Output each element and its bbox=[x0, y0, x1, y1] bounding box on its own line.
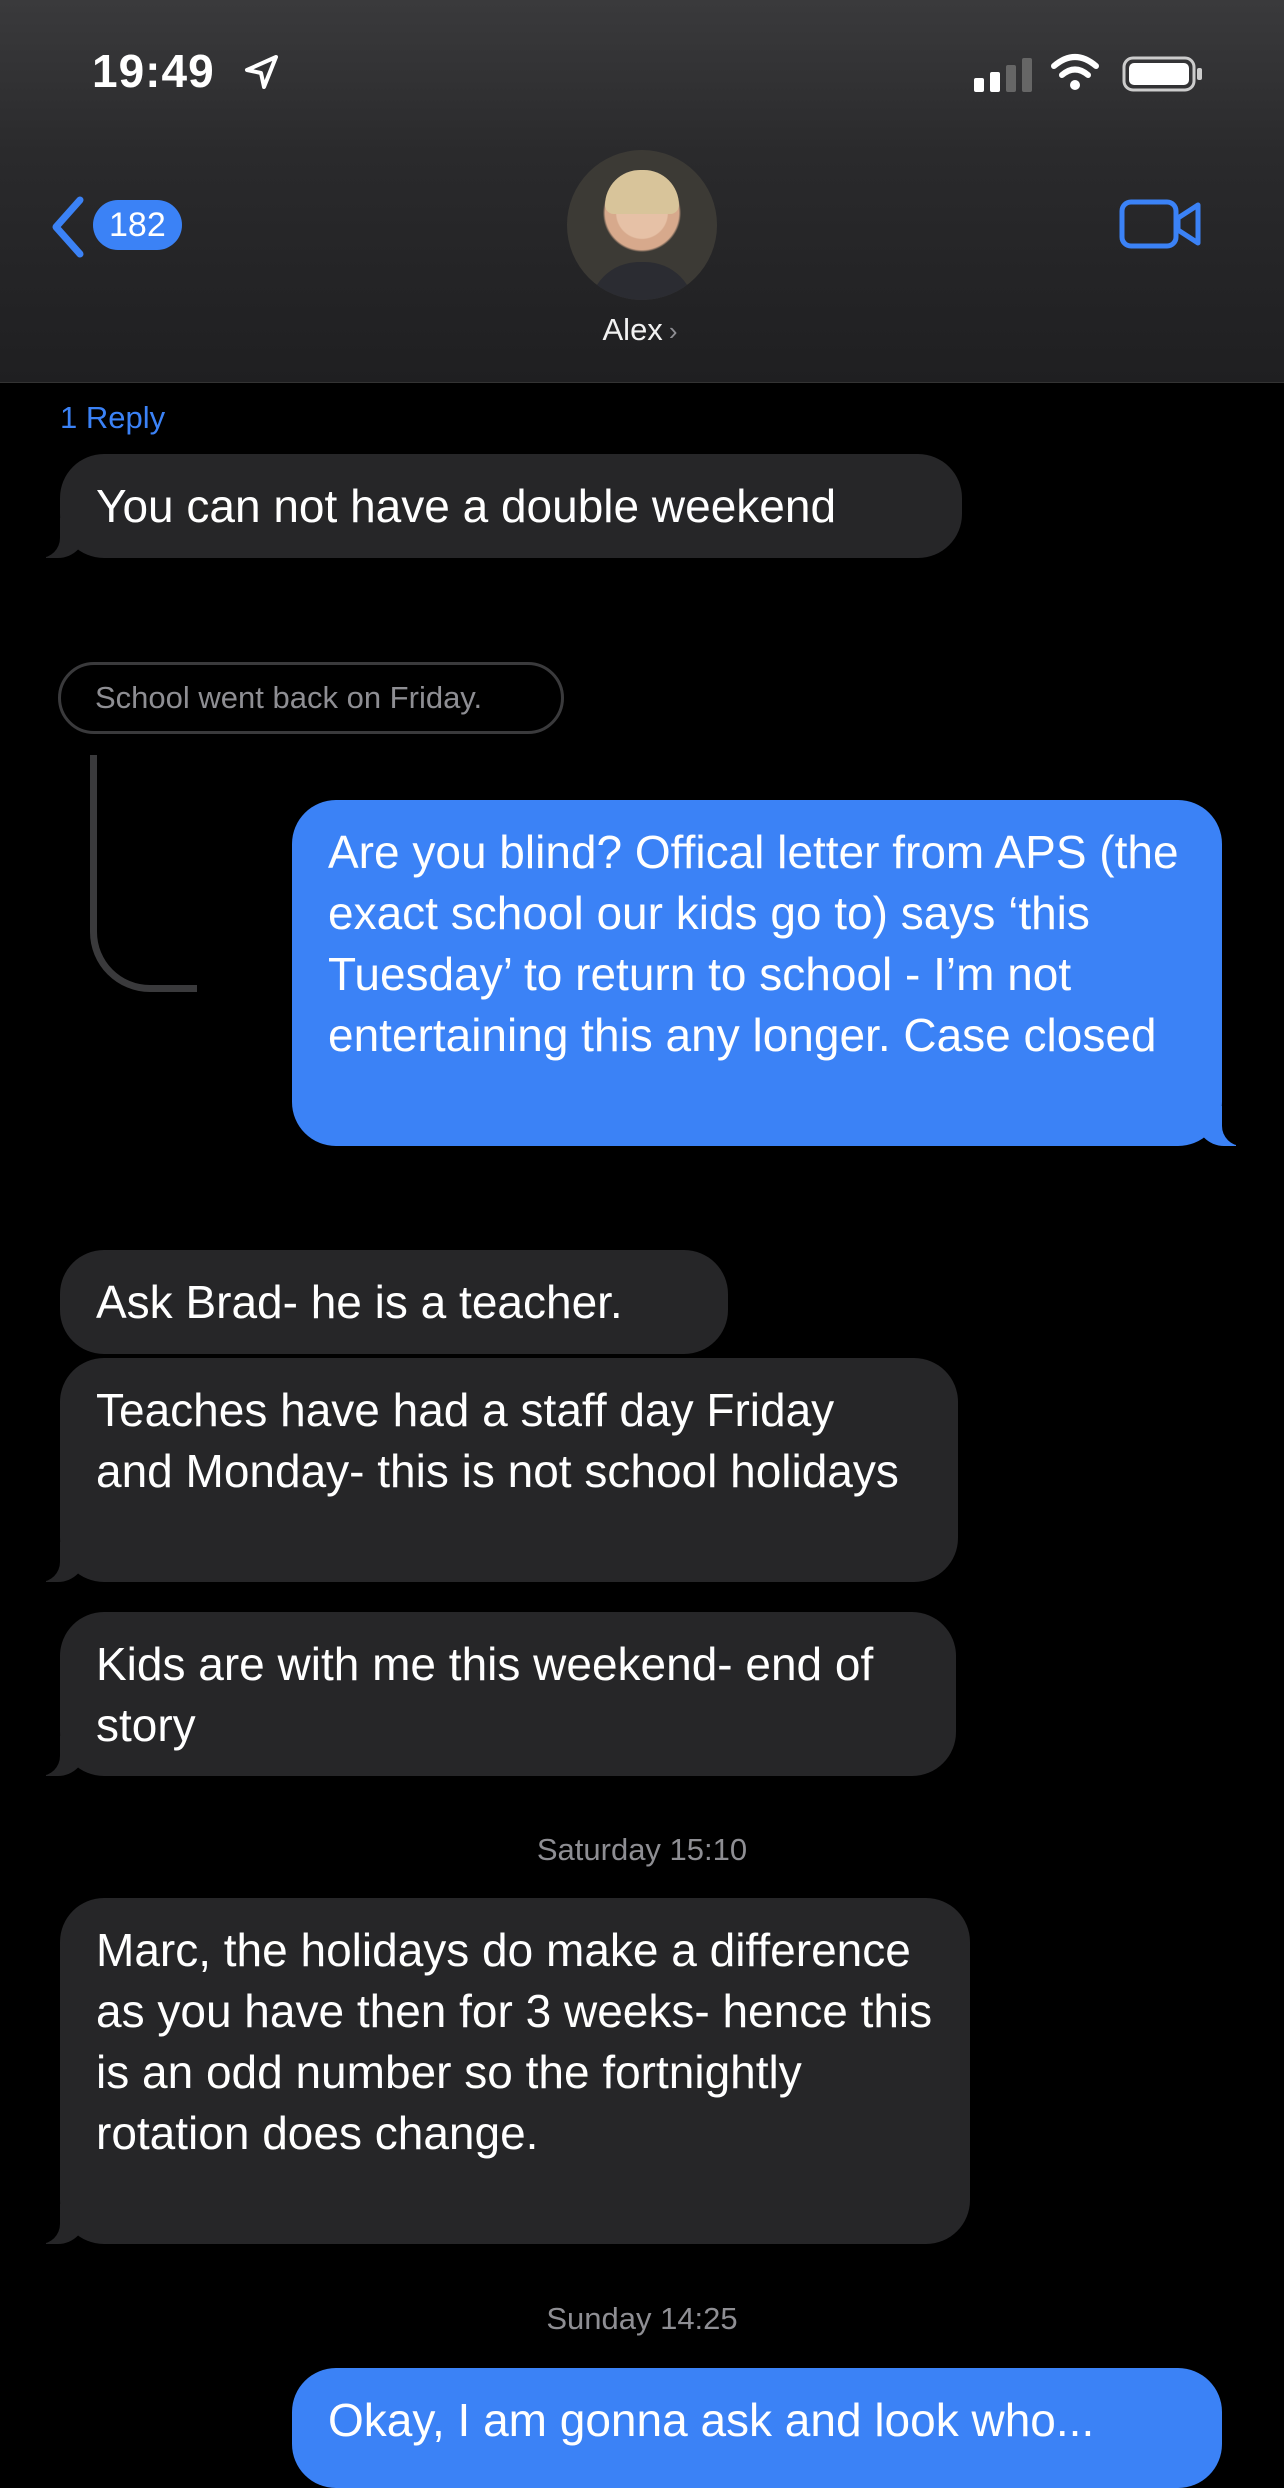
status-time: 19:49 bbox=[92, 45, 215, 97]
message-bubble-incoming[interactable]: Teaches have had a staff day Friday and … bbox=[32, 1358, 958, 1582]
conversation-header: 19:49 182 Alex › bbox=[0, 0, 1284, 383]
timestamp: Sunday 14:25 bbox=[546, 2301, 738, 2336]
wifi-icon bbox=[1051, 54, 1099, 90]
location-arrow-icon bbox=[245, 55, 278, 89]
reply-count-link[interactable]: 1 Reply bbox=[60, 400, 165, 436]
timestamp: Saturday 15:10 bbox=[536, 1832, 748, 1867]
message-bubble-incoming[interactable]: Kids are with me this weekend- end of st… bbox=[32, 1612, 956, 1776]
video-camera-icon[interactable] bbox=[1118, 196, 1202, 252]
unread-count-badge: 182 bbox=[93, 200, 182, 250]
contact-name[interactable]: Alex › bbox=[560, 312, 720, 348]
back-button[interactable]: 182 bbox=[48, 190, 258, 262]
battery-icon bbox=[1122, 56, 1202, 92]
message-bubble-outgoing[interactable]: Okay, I am gonna ask and look who... bbox=[292, 2368, 1222, 2488]
chevron-right-icon: › bbox=[668, 316, 678, 346]
message-bubble-incoming[interactable]: You can not have a double weekend bbox=[32, 454, 962, 558]
message-bubble-incoming[interactable]: Marc, the holidays do make a difference … bbox=[32, 1898, 970, 2244]
signal-icon bbox=[974, 58, 1032, 92]
contact-avatar[interactable] bbox=[567, 150, 717, 300]
thread-connector bbox=[90, 755, 197, 992]
message-bubble-outgoing[interactable]: Are you blind? Offical letter from APS (… bbox=[292, 800, 1250, 1146]
chevron-left-icon bbox=[52, 196, 84, 258]
message-bubble-incoming[interactable]: Ask Brad- he is a teacher. bbox=[60, 1250, 728, 1354]
quoted-reply-bubble[interactable]: School went back on Friday. bbox=[58, 662, 564, 734]
